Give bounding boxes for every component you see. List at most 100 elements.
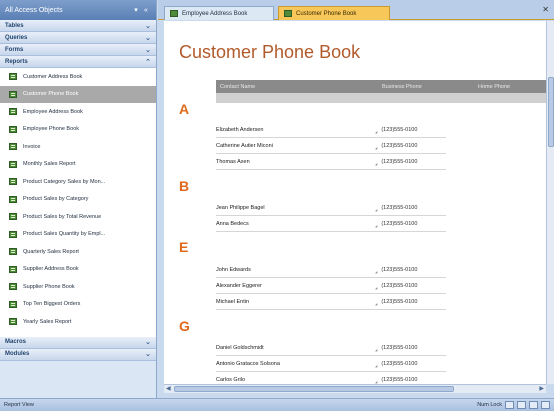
report-item[interactable]: Customer Address Book xyxy=(0,68,156,86)
contact-name: Catherine Autier Miconi xyxy=(216,143,273,149)
report-item-label: Quarterly Sales Report xyxy=(23,248,79,255)
report-item[interactable]: Employee Address Book xyxy=(0,103,156,121)
business-phone: (123)555-0100 xyxy=(371,299,417,305)
contact-name: Michael Entin xyxy=(216,299,250,305)
nav-group-macros[interactable]: Macros ⌄ xyxy=(0,336,156,349)
vertical-scrollbar[interactable] xyxy=(546,21,554,384)
column-header-business-phone: Business Phone xyxy=(382,83,422,90)
table-row[interactable]: Alexander Eggerer (123)555-0100 xyxy=(216,279,446,294)
print-preview-button-icon[interactable] xyxy=(517,401,526,409)
table-row[interactable]: Michael Entin (123)555-0100 xyxy=(216,295,446,310)
column-header-row: Contact Name Business Phone Home Phone xyxy=(216,80,546,93)
close-icon[interactable]: ✕ xyxy=(542,5,549,14)
report-item[interactable]: Product Sales by Category xyxy=(0,191,156,209)
business-phone: (123)555-0100 xyxy=(371,143,417,149)
business-phone: (123)555-0100 xyxy=(371,377,417,383)
business-phone: (123)555-0100 xyxy=(371,205,417,211)
tab-customer-phone-book[interactable]: Customer Phone Book xyxy=(278,6,390,20)
design-view-button-icon[interactable] xyxy=(541,401,550,409)
report-item-selected[interactable]: Customer Phone Book xyxy=(0,85,156,103)
table-row[interactable]: Daniel Goldschmidt (123)555-0100 xyxy=(216,341,446,356)
report-item-label: Product Category Sales by Mon... xyxy=(23,178,106,185)
report-item-label: Invoice xyxy=(23,143,41,150)
business-phone: (123)555-0100 xyxy=(371,283,417,289)
table-row[interactable]: Elizabeth Andersen (123)555-0100 xyxy=(216,123,446,138)
report-item-label: Customer Address Book xyxy=(23,73,83,80)
table-row[interactable]: Catherine Autier Miconi (123)555-0100 xyxy=(216,139,446,154)
report-item[interactable]: Yearly Sales Report xyxy=(0,313,156,331)
report-icon xyxy=(9,195,17,203)
report-item[interactable]: Product Sales Quantity by Empl... xyxy=(0,226,156,244)
report-item[interactable]: Product Sales by Total Revenue xyxy=(0,208,156,226)
business-phone: (123)555-0100 xyxy=(371,159,417,165)
report-item[interactable]: Top Ten Biggest Orders xyxy=(0,296,156,314)
report-item-label: Employee Phone Book xyxy=(23,126,79,133)
vertical-scroll-thumb[interactable] xyxy=(548,77,554,147)
nav-group-label: Macros xyxy=(5,339,27,345)
table-row[interactable]: Anna Bedecs (123)555-0100 xyxy=(216,217,446,232)
contact-name: Elizabeth Andersen xyxy=(216,127,264,133)
report-icon xyxy=(284,10,292,17)
report-item[interactable]: Supplier Phone Book xyxy=(0,278,156,296)
scroll-right-arrow-icon[interactable]: ▶ xyxy=(539,385,544,392)
horizontal-scrollbar[interactable]: ◀ ▶ xyxy=(164,384,546,393)
nav-pane-header[interactable]: All Access Objects ▾ « xyxy=(0,0,156,20)
report-title: Customer Phone Book xyxy=(179,42,361,62)
chevron-down-icon: ⌄ xyxy=(145,34,151,42)
report-item-label: Supplier Address Book xyxy=(23,266,79,273)
report-item[interactable]: Supplier Address Book xyxy=(0,261,156,279)
group-letter: A xyxy=(179,101,190,117)
nav-pane-collapse-icon[interactable]: « xyxy=(141,7,151,14)
contact-name: Carlos Grilo xyxy=(216,377,246,383)
nav-group-label: Tables xyxy=(5,22,24,29)
horizontal-scroll-thumb[interactable] xyxy=(174,386,454,392)
column-header-contact-name: Contact Name xyxy=(220,83,256,90)
nav-group-queries[interactable]: Queries ⌄ xyxy=(0,32,156,44)
contact-name: Antonio Gratacos Solsona xyxy=(216,361,280,367)
nav-group-reports[interactable]: Reports ⌃ xyxy=(0,56,156,68)
business-phone: (123)555-0100 xyxy=(371,221,417,227)
report-icon xyxy=(9,283,17,291)
report-item[interactable]: Monthly Sales Report xyxy=(0,156,156,174)
report-item[interactable]: Quarterly Sales Report xyxy=(0,243,156,261)
business-phone: (123)555-0100 xyxy=(371,345,417,351)
report-item[interactable]: Invoice xyxy=(0,138,156,156)
report-icon xyxy=(9,178,17,186)
scroll-left-arrow-icon[interactable]: ◀ xyxy=(166,385,171,392)
nav-group-tables[interactable]: Tables ⌄ xyxy=(0,20,156,32)
document-tab-bar: Employee Address Book Customer Phone Boo… xyxy=(158,0,554,20)
nav-pane-menu-chevron-icon[interactable]: ▾ xyxy=(131,6,141,14)
business-phone: (123)555-0100 xyxy=(371,267,417,273)
tab-employee-address-book[interactable]: Employee Address Book xyxy=(164,6,274,20)
report-item-label: Product Sales by Category xyxy=(23,196,89,203)
table-row[interactable]: Jean Philippe Bagel (123)555-0100 xyxy=(216,201,446,216)
report-item-label: Product Sales Quantity by Empl... xyxy=(23,231,106,238)
contact-name: Thomas Axen xyxy=(216,159,250,165)
navigation-pane: All Access Objects ▾ « Tables ⌄ Queries … xyxy=(0,0,157,398)
column-header-home-phone: Home Phone xyxy=(478,83,511,90)
report-list: Customer Address Book Customer Phone Boo… xyxy=(0,68,156,337)
report-icon xyxy=(9,213,17,221)
report-item-label: Top Ten Biggest Orders xyxy=(23,301,81,308)
chevron-down-icon: ⌄ xyxy=(145,22,151,30)
report-icon xyxy=(9,318,17,326)
table-row[interactable]: Antonio Gratacos Solsona (123)555-0100 xyxy=(216,357,446,372)
table-row[interactable]: John Edwards (123)555-0100 xyxy=(216,263,446,278)
report-item-label: Customer Phone Book xyxy=(23,91,79,98)
table-row[interactable]: Carlos Grilo (123)555-0100 xyxy=(216,373,446,384)
report-view-button-icon[interactable] xyxy=(505,401,514,409)
chevron-up-icon: ⌃ xyxy=(145,58,151,66)
layout-view-button-icon[interactable] xyxy=(529,401,538,409)
contact-name: Jean Philippe Bagel xyxy=(216,205,265,211)
nav-group-modules[interactable]: Modules ⌄ xyxy=(0,348,156,361)
chevron-down-icon: ⌄ xyxy=(145,351,151,358)
report-icon xyxy=(9,230,17,238)
report-icon xyxy=(9,90,17,98)
contact-name: Anna Bedecs xyxy=(216,221,249,227)
report-item[interactable]: Product Category Sales by Mon... xyxy=(0,173,156,191)
table-row[interactable]: Thomas Axen (123)555-0100 xyxy=(216,155,446,170)
nav-group-forms[interactable]: Forms ⌄ xyxy=(0,44,156,56)
report-item[interactable]: Employee Phone Book xyxy=(0,121,156,139)
contact-name: Alexander Eggerer xyxy=(216,283,262,289)
header-shade xyxy=(216,93,546,103)
